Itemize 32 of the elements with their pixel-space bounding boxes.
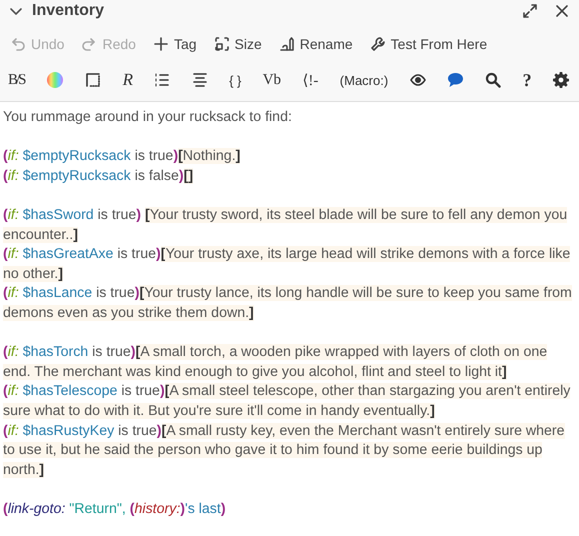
- list-icon: [154, 72, 170, 88]
- rename-icon: [278, 36, 295, 52]
- format-button[interactable]: Vb: [260, 68, 284, 92]
- format-button[interactable]: ?: [520, 66, 534, 94]
- dialog-title: Inventory: [32, 2, 106, 20]
- eye-icon: [410, 72, 426, 88]
- code-line: (if: $emptyRucksack is true)[Nothing.]: [3, 147, 242, 166]
- code-line: (if: $emptyRucksack is false)[]: [3, 166, 194, 186]
- settings-button[interactable]: [550, 69, 571, 91]
- code-line: (link-goto: "Return", (history:)'s last): [3, 500, 227, 519]
- settings-icon: [552, 72, 569, 88]
- redo-icon: [81, 36, 98, 52]
- undo-icon: [10, 36, 26, 52]
- format-button[interactable]: { }: [227, 70, 244, 90]
- format-button[interactable]: R: [120, 67, 135, 93]
- size-button[interactable]: Size: [208, 32, 268, 56]
- plus-icon: [152, 36, 169, 52]
- color-wheel-icon: [46, 71, 64, 89]
- wrench-icon: [370, 36, 386, 52]
- resize-icon: [214, 36, 230, 52]
- speech-bubble-icon: [446, 72, 464, 88]
- border-icon: [85, 72, 102, 88]
- code-line: You rummage around in your rucksack to find:: [3, 108, 293, 127]
- format-button[interactable]: (Macro:): [338, 70, 390, 90]
- format-button[interactable]: ⟨!-: [300, 68, 320, 92]
- test-button[interactable]: Test From Here: [364, 32, 494, 56]
- tag-button[interactable]: Tag: [146, 32, 203, 56]
- rename-button[interactable]: Rename: [272, 32, 359, 56]
- maximize-button[interactable]: [521, 2, 539, 20]
- align-center-icon: [192, 72, 208, 88]
- format-button[interactable]: B/S: [6, 68, 27, 92]
- search-icon: [485, 72, 502, 88]
